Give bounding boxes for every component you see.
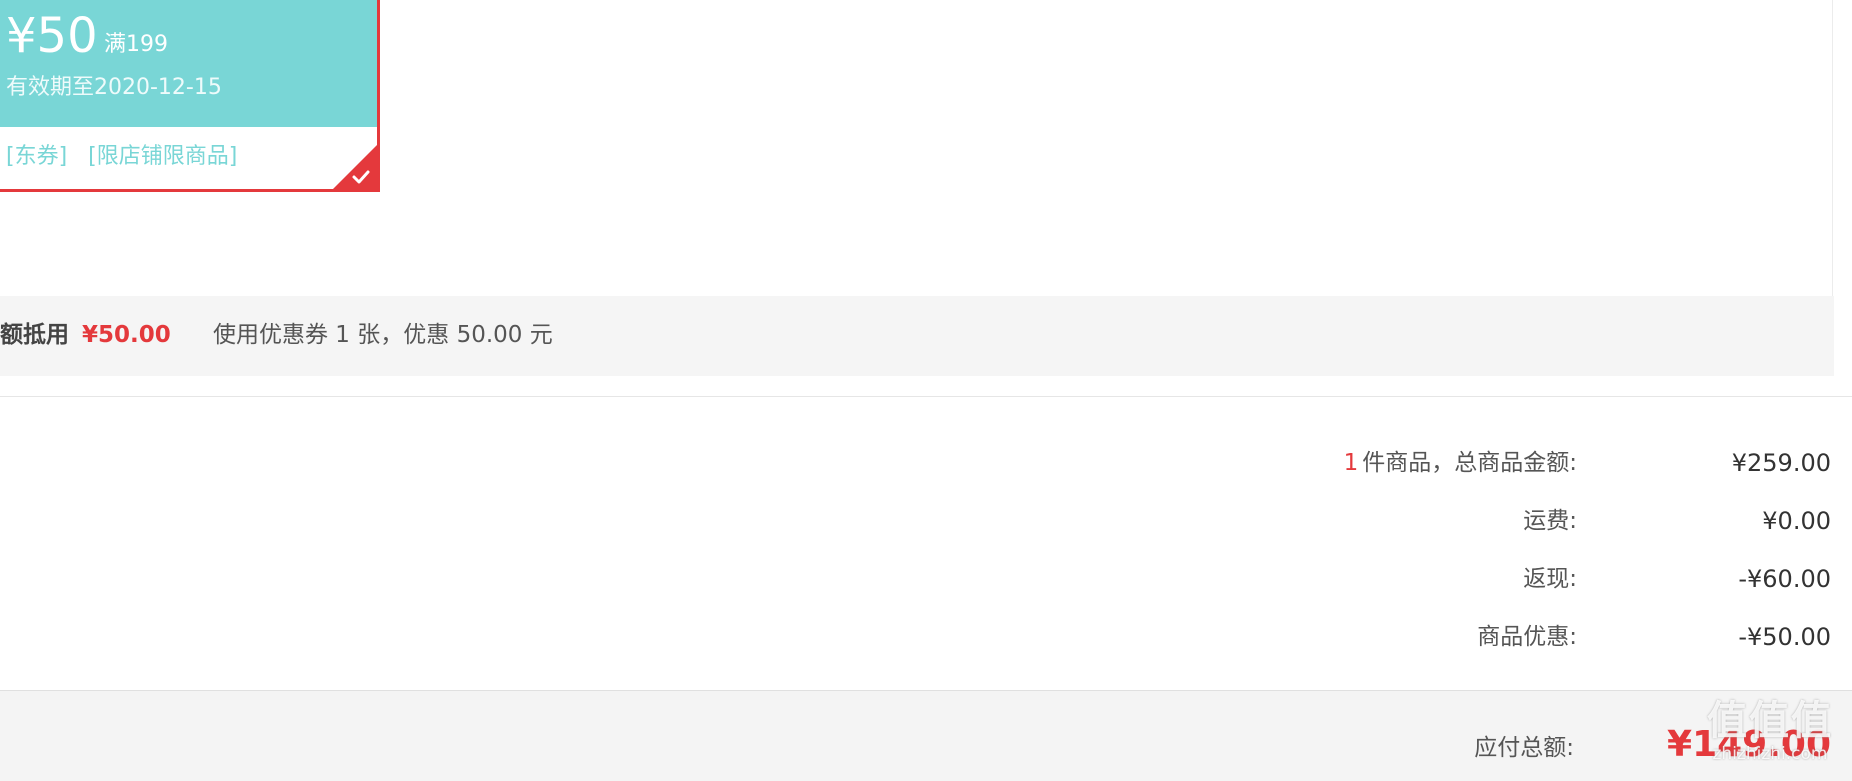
- cashback-value: -¥60.00: [1738, 565, 1831, 593]
- coupon-validity: 有效期至2020-12-15: [6, 75, 222, 100]
- coupon-deduction-bar: 额抵用 ¥50.00 使用优惠券 1 张，优惠 50.00 元: [0, 296, 1834, 376]
- divider: [0, 396, 1852, 397]
- coupon-card[interactable]: ¥50 满199 有效期至2020-12-15 [东券] [限店铺限商品]: [0, 0, 380, 192]
- item-count: 1: [1343, 450, 1359, 476]
- cashback-label: 返现:: [1523, 566, 1577, 592]
- payable-total-label: 应付总额:: [1474, 735, 1574, 761]
- shipping-label: 运费:: [1523, 508, 1577, 534]
- selected-check-icon: [333, 145, 377, 189]
- coupon-tag-store-limited: [限店铺限商品]: [88, 144, 238, 169]
- payable-total-value: ¥149.00: [1667, 724, 1831, 765]
- deduction-description: 使用优惠券 1 张，优惠 50.00 元: [213, 322, 553, 348]
- shipping-value: ¥0.00: [1762, 507, 1831, 535]
- items-label-text: 件商品，总商品金额:: [1362, 450, 1577, 476]
- deduction-label: 额抵用: [0, 322, 69, 348]
- deduction-amount: ¥50.00: [82, 322, 171, 348]
- items-total-label: 1 件商品，总商品金额:: [1344, 448, 1577, 478]
- product-discount-value: -¥50.00: [1738, 623, 1831, 651]
- items-total-value: ¥259.00: [1731, 449, 1831, 477]
- product-discount-label: 商品优惠:: [1477, 624, 1577, 650]
- coupon-header: ¥50 满199 有效期至2020-12-15: [0, 0, 377, 127]
- coupon-tag-jd: [东券]: [6, 144, 68, 169]
- payable-total-bar: 应付总额: ¥149.00: [0, 690, 1852, 781]
- coupon-tags: [东券] [限店铺限商品]: [6, 143, 251, 171]
- coupon-threshold: 满199: [104, 32, 168, 57]
- coupon-amount: ¥50: [6, 8, 98, 64]
